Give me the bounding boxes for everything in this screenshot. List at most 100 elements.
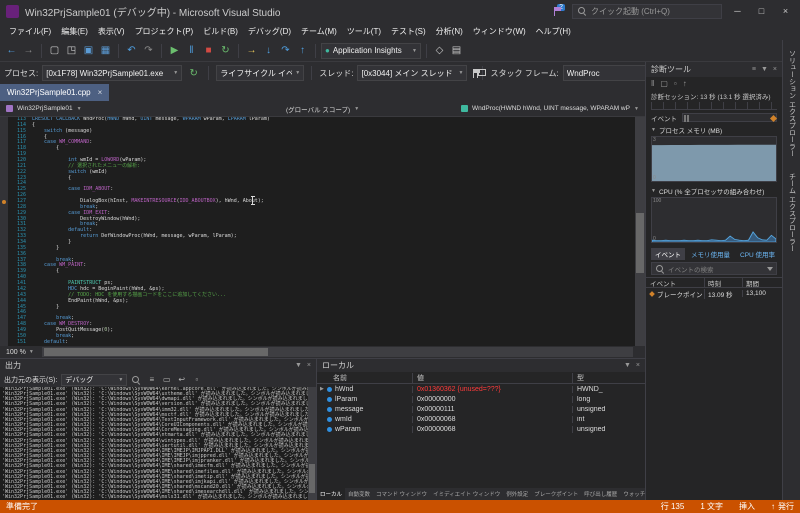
menu-item[interactable]: ファイル(F) [4,26,56,37]
lifecycle-events-dropdown[interactable]: ライフサイクル イベント▼ [216,65,304,81]
bottom-tab-8[interactable]: ウォッチ 1 [620,488,645,500]
code-text-area[interactable]: 113LRESULT CALLBACK WndProc(HWND hWnd, U… [0,117,635,346]
scope-dropdown[interactable]: (グローバル スコープ) ▼ [280,101,455,116]
document-tab[interactable]: Win32PrjSample01.cpp × [0,84,109,101]
side-tab-1[interactable]: ソリューション エクスプローラー [787,50,797,157]
breakpoint-margin[interactable] [0,340,8,346]
undo-icon[interactable]: ↶ [124,43,139,59]
back-icon[interactable]: ← [4,43,19,59]
event-row[interactable]: ブレークポイント13.09 秒13,100 [646,288,782,299]
bottom-tab-3[interactable]: コマンド ウィンドウ [373,488,430,500]
pause-collection-icon[interactable]: ‖ [651,79,654,88]
stack-frame-combo[interactable]: WndProc▼ [563,65,658,81]
open-file-icon[interactable]: ◳ [64,43,79,59]
save-icon[interactable]: ▣ [81,43,96,59]
menu-item[interactable]: ツール(T) [342,26,386,37]
cpu-chart[interactable]: 100 0 [651,197,777,243]
stop-debug-icon[interactable]: ■ [201,43,216,59]
event-search-input[interactable]: イベントの検索 [651,262,777,275]
zoom-reset-icon[interactable]: ▫ [674,79,677,88]
restart-icon[interactable]: ↻ [218,43,233,59]
code-editor[interactable]: Win32PrjSample01.cpp × Win32PrjSample01 … [0,84,645,358]
step-over-icon[interactable]: ↷ [278,43,293,59]
application-insights-dropdown[interactable]: ●Application Insights▼ [321,43,421,59]
find-icon[interactable] [131,375,142,385]
memory-chart[interactable]: 3 0 [651,136,777,182]
thread-combo[interactable]: [0x3044] メイン スレッド▼ [357,65,467,81]
step-into-icon[interactable]: ↓ [261,43,276,59]
menu-item[interactable]: プロジェクト(P) [130,26,199,37]
locals-row[interactable]: ▶hWnd0x01360362 {unused=???}HWND_ [317,384,645,394]
menu-item[interactable]: デバッグ(D) [243,26,296,37]
close-icon[interactable]: × [773,66,777,73]
forward-icon[interactable]: → [21,43,36,59]
current-statement-marker[interactable] [2,200,6,204]
maximize-button[interactable]: □ [753,6,770,16]
filter-icon[interactable] [767,267,773,271]
collapse-icon[interactable]: ▼ [651,127,656,133]
output-source-combo[interactable]: デバッグ ▼ [61,374,127,386]
expander-icon[interactable]: ▶ [320,386,326,392]
editor-horizontal-scrollbar[interactable] [42,347,633,357]
side-tab-2[interactable]: チーム エクスプローラー [787,173,797,252]
redo-icon[interactable]: ↷ [141,43,156,59]
step-out-icon[interactable]: ↑ [295,43,310,59]
word-wrap-icon[interactable]: ↩ [176,375,187,384]
bottom-tab-4[interactable]: イミディエイト ウィンドウ [430,488,503,500]
locals-row[interactable]: message0x00000111unsigned [317,404,645,414]
new-file-icon[interactable]: ▢ [47,43,62,59]
show-next-statement-icon[interactable]: → [244,43,259,59]
menu-item[interactable]: チーム(M) [296,26,342,37]
messages-list-icon[interactable]: ≡ [146,375,157,384]
project-dropdown[interactable]: Win32PrjSample01 ▼ [0,101,280,116]
scrollbar-thumb[interactable] [309,464,315,493]
clear-all-icon[interactable]: ▭ [161,375,172,384]
settings-icon[interactable]: ≡ [752,66,756,73]
collapse-icon[interactable]: ▼ [651,188,656,194]
bottom-tab-6[interactable]: ブレークポイント [531,488,581,500]
editor-vertical-scrollbar[interactable] [635,117,645,346]
locals-row[interactable]: wParam0x00000068unsigned [317,424,645,434]
tab-close-icon[interactable]: × [98,88,103,97]
break-all-icon[interactable]: ‖ [184,43,199,59]
refresh-process-icon[interactable]: ↻ [186,65,201,81]
zoom-control[interactable]: 100 % ▼ [0,349,40,356]
find-in-files-icon[interactable]: ◇ [432,43,447,59]
menu-item[interactable]: 分析(N) [431,26,468,37]
scrollbar-thumb[interactable] [44,348,269,356]
menu-item[interactable]: ビルド(B) [198,26,243,37]
chevron-down-icon[interactable]: ▼ [295,362,302,369]
bottom-tab-5[interactable]: 例外設定 [503,488,531,500]
publish-button[interactable]: ↑ 発行 [771,501,794,512]
chevron-down-icon[interactable]: ▼ [624,362,631,369]
minimize-button[interactable]: ─ [729,6,746,16]
member-dropdown[interactable]: WndProc(HWND hWnd, UINT message, WPARAM … [455,101,645,116]
export-icon[interactable]: ↑ [683,79,687,88]
bottom-tab-7[interactable]: 呼び出し履歴 [581,488,620,500]
scrollbar-thumb[interactable] [636,213,644,273]
output-scrollbar[interactable] [308,387,316,500]
close-icon[interactable]: × [636,362,640,369]
menu-item[interactable]: ヘルプ(H) [531,26,576,37]
menu-item[interactable]: テスト(S) [386,26,431,37]
quick-launch-input[interactable]: クイック起動 (Ctrl+Q) [572,4,722,19]
chevron-down-icon[interactable]: ▼ [761,66,768,73]
save-all-icon[interactable]: ▦ [98,43,113,59]
menu-item[interactable]: 編集(E) [56,26,93,37]
events-track[interactable] [682,113,777,122]
close-icon[interactable]: × [307,362,311,369]
bottom-tab-1[interactable]: ローカル [317,488,345,500]
locals-row[interactable]: wmId0x00000068int [317,414,645,424]
continue-icon[interactable]: ▶ [167,43,182,59]
diag-tab-3[interactable]: CPU 使用率 [736,248,779,260]
diag-tab-2[interactable]: メモリ使用量 [687,248,734,260]
bottom-tab-2[interactable]: 自動変数 [345,488,373,500]
menu-item[interactable]: ウィンドウ(W) [468,26,531,37]
command-window-icon[interactable]: ▤ [449,43,464,59]
snapshot-icon[interactable]: ▢ [660,79,668,88]
timeline-ruler[interactable] [651,102,777,110]
scroll-lock-icon[interactable]: ▫ [191,375,202,384]
diag-tab-1[interactable]: イベント [651,248,685,260]
locals-row[interactable]: lParam0x00000000long [317,394,645,404]
output-log[interactable]: 'Win32PrjSample01.exe' (Win32): 'C:\Wind… [0,387,308,500]
